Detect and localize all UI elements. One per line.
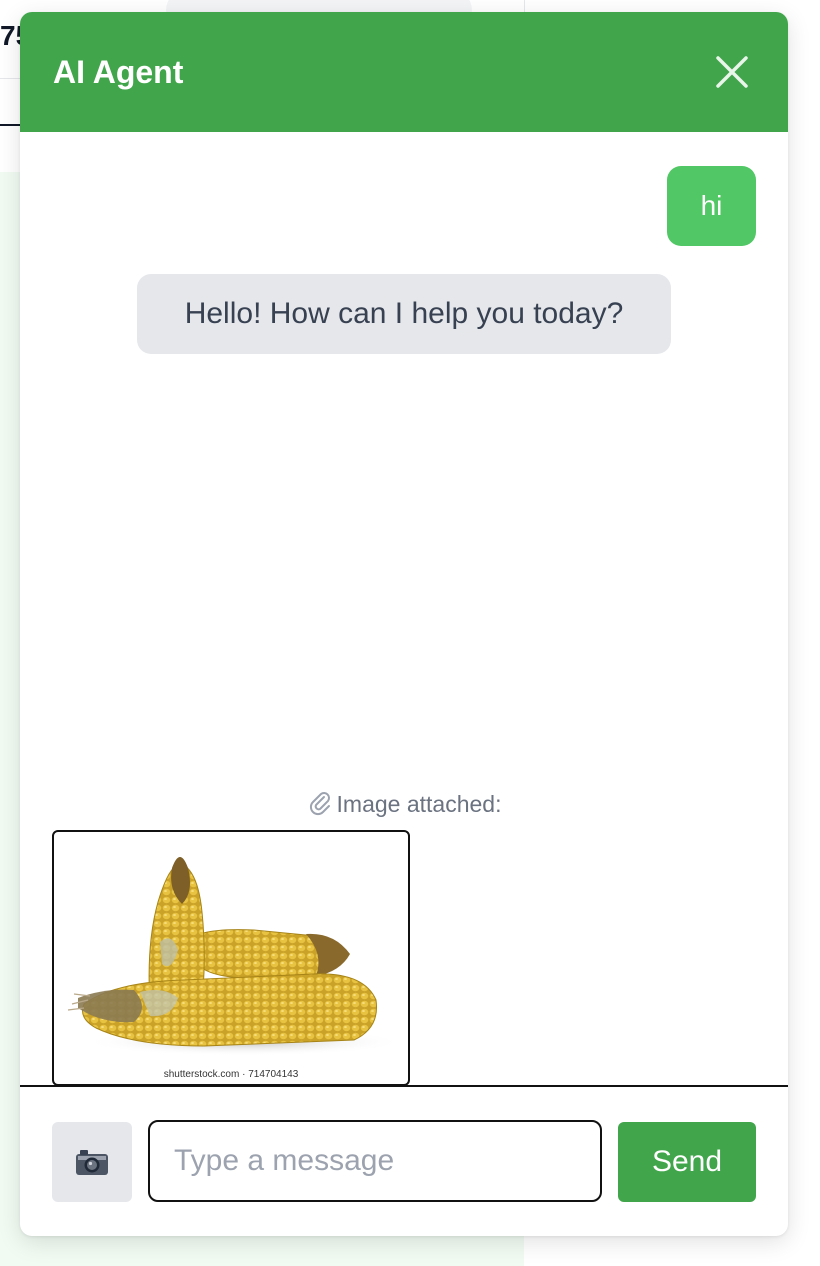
user-message: hi (667, 166, 756, 246)
message-input[interactable] (148, 1120, 602, 1202)
camera-icon (76, 1150, 108, 1175)
input-divider (20, 1085, 788, 1087)
chat-title: AI Agent (53, 54, 184, 90)
message-list: hi Hello! How can I help you today? Imag… (20, 132, 788, 1086)
corn-cobs-image (67, 857, 404, 1056)
attachment-label: Image attached: (20, 790, 788, 822)
chat-panel: AI Agent hi Hello! How can I help you to… (20, 12, 788, 1236)
close-button[interactable] (710, 50, 754, 94)
camera-button[interactable] (52, 1122, 132, 1202)
attachment-label-text: Image attached: (336, 791, 502, 818)
close-icon (716, 56, 748, 88)
chat-header: AI Agent (20, 12, 788, 132)
paperclip-icon (307, 790, 333, 822)
image-caption: shutterstock.com · 714704143 (163, 1069, 299, 1080)
assistant-message: Hello! How can I help you today? (137, 274, 671, 354)
attached-image[interactable]: shutterstock.com · 714704143 (52, 830, 410, 1086)
send-button[interactable]: Send (618, 1122, 756, 1202)
